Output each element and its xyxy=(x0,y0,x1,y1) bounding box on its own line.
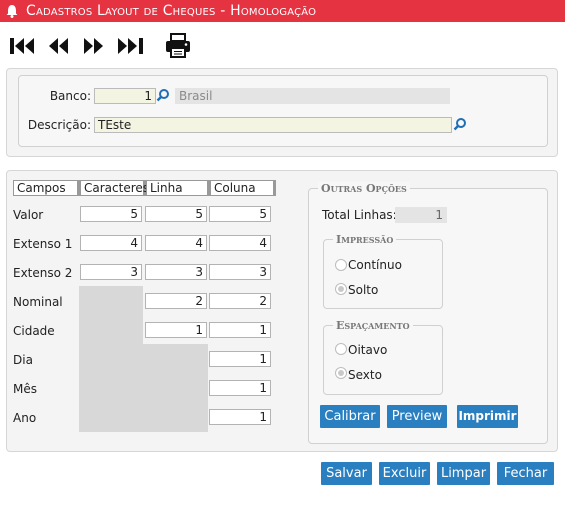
fechar-button[interactable]: Fechar xyxy=(497,462,554,485)
dia-coluna-input[interactable]: 1 xyxy=(209,351,271,367)
banco-code-input[interactable]: 1 xyxy=(94,88,156,104)
extenso2-caracteres-input[interactable]: 3 xyxy=(80,264,142,280)
descricao-label: Descrição: xyxy=(27,118,91,132)
extenso2-coluna-input[interactable]: 3 xyxy=(209,264,271,280)
row-label-dia: Dia xyxy=(13,353,33,367)
first-record-icon[interactable] xyxy=(9,37,37,55)
oitavo-radio[interactable] xyxy=(335,343,347,355)
banco-name-field: Brasil xyxy=(175,88,450,104)
col-header-coluna: Coluna xyxy=(210,180,276,196)
valor-linha-input[interactable]: 5 xyxy=(145,206,207,222)
sexto-radio[interactable] xyxy=(335,367,347,379)
espacamento-fieldset xyxy=(323,325,443,395)
cidade-linha-input[interactable]: 1 xyxy=(145,322,207,338)
oitavo-label: Oitavo xyxy=(348,343,388,357)
last-record-icon[interactable] xyxy=(116,37,146,55)
previous-record-icon[interactable] xyxy=(47,37,71,55)
continuo-label: Contínuo xyxy=(348,258,402,272)
extenso1-coluna-input[interactable]: 4 xyxy=(209,235,271,251)
solto-label: Solto xyxy=(348,283,379,297)
row-label-nominal: Nominal xyxy=(13,295,63,309)
impressao-legend: Impressão xyxy=(333,233,397,246)
descricao-search-icon[interactable] xyxy=(453,117,467,131)
solto-radio[interactable] xyxy=(335,283,347,295)
mes-coluna-input[interactable]: 1 xyxy=(209,380,271,396)
espacamento-legend: Espaçamento xyxy=(333,319,413,332)
continuo-radio[interactable] xyxy=(335,259,347,271)
page-title: Cadastros Layout de Cheques - Homologaçã… xyxy=(26,3,317,19)
salvar-button[interactable]: Salvar xyxy=(321,462,372,485)
extenso2-linha-input[interactable]: 3 xyxy=(145,264,207,280)
limpar-button[interactable]: Limpar xyxy=(437,462,490,485)
impressao-fieldset xyxy=(323,239,443,309)
col-header-linha: Linha xyxy=(146,180,210,196)
col-header-campos: Campos xyxy=(13,180,80,196)
disabled-linha-area xyxy=(143,344,208,432)
excluir-button[interactable]: Excluir xyxy=(379,462,430,485)
valor-caracteres-input[interactable]: 5 xyxy=(80,206,142,222)
valor-coluna-input[interactable]: 5 xyxy=(209,206,271,222)
cidade-coluna-input[interactable]: 1 xyxy=(209,322,271,338)
row-label-valor: Valor xyxy=(13,208,44,222)
total-linhas-label: Total Linhas: xyxy=(322,208,397,222)
extenso1-caracteres-input[interactable]: 4 xyxy=(80,235,142,251)
preview-button[interactable]: Preview xyxy=(387,405,447,428)
nominal-coluna-input[interactable]: 2 xyxy=(209,293,271,309)
extenso1-linha-input[interactable]: 4 xyxy=(145,235,207,251)
bank-fieldset xyxy=(18,75,548,147)
bell-icon xyxy=(6,5,18,18)
disabled-caracteres-area xyxy=(79,286,143,432)
row-label-extenso-1: Extenso 1 xyxy=(13,237,73,251)
banco-label: Banco: xyxy=(49,89,91,103)
row-label-extenso-2: Extenso 2 xyxy=(13,266,73,280)
col-header-caracteres: Caracteres xyxy=(80,180,149,196)
printer-icon[interactable] xyxy=(164,33,192,59)
outras-opcoes-legend: Outras Opções xyxy=(318,182,410,195)
nominal-linha-input[interactable]: 2 xyxy=(145,293,207,309)
row-label-cidade: Cidade xyxy=(13,324,55,338)
calibrar-button[interactable]: Calibrar xyxy=(320,405,380,428)
row-label-ano: Ano xyxy=(13,411,37,425)
row-label-mes: Mês xyxy=(13,382,37,396)
ano-coluna-input[interactable]: 1 xyxy=(209,409,271,425)
sexto-label: Sexto xyxy=(348,368,382,382)
title-bar: Cadastros Layout de Cheques - Homologaçã… xyxy=(0,0,565,22)
banco-search-icon[interactable] xyxy=(156,88,170,102)
total-linhas-field: 1 xyxy=(395,207,447,223)
next-record-icon[interactable] xyxy=(82,37,106,55)
imprimir-button[interactable]: Imprimir xyxy=(457,405,518,428)
descricao-input[interactable]: TEste xyxy=(94,117,452,133)
